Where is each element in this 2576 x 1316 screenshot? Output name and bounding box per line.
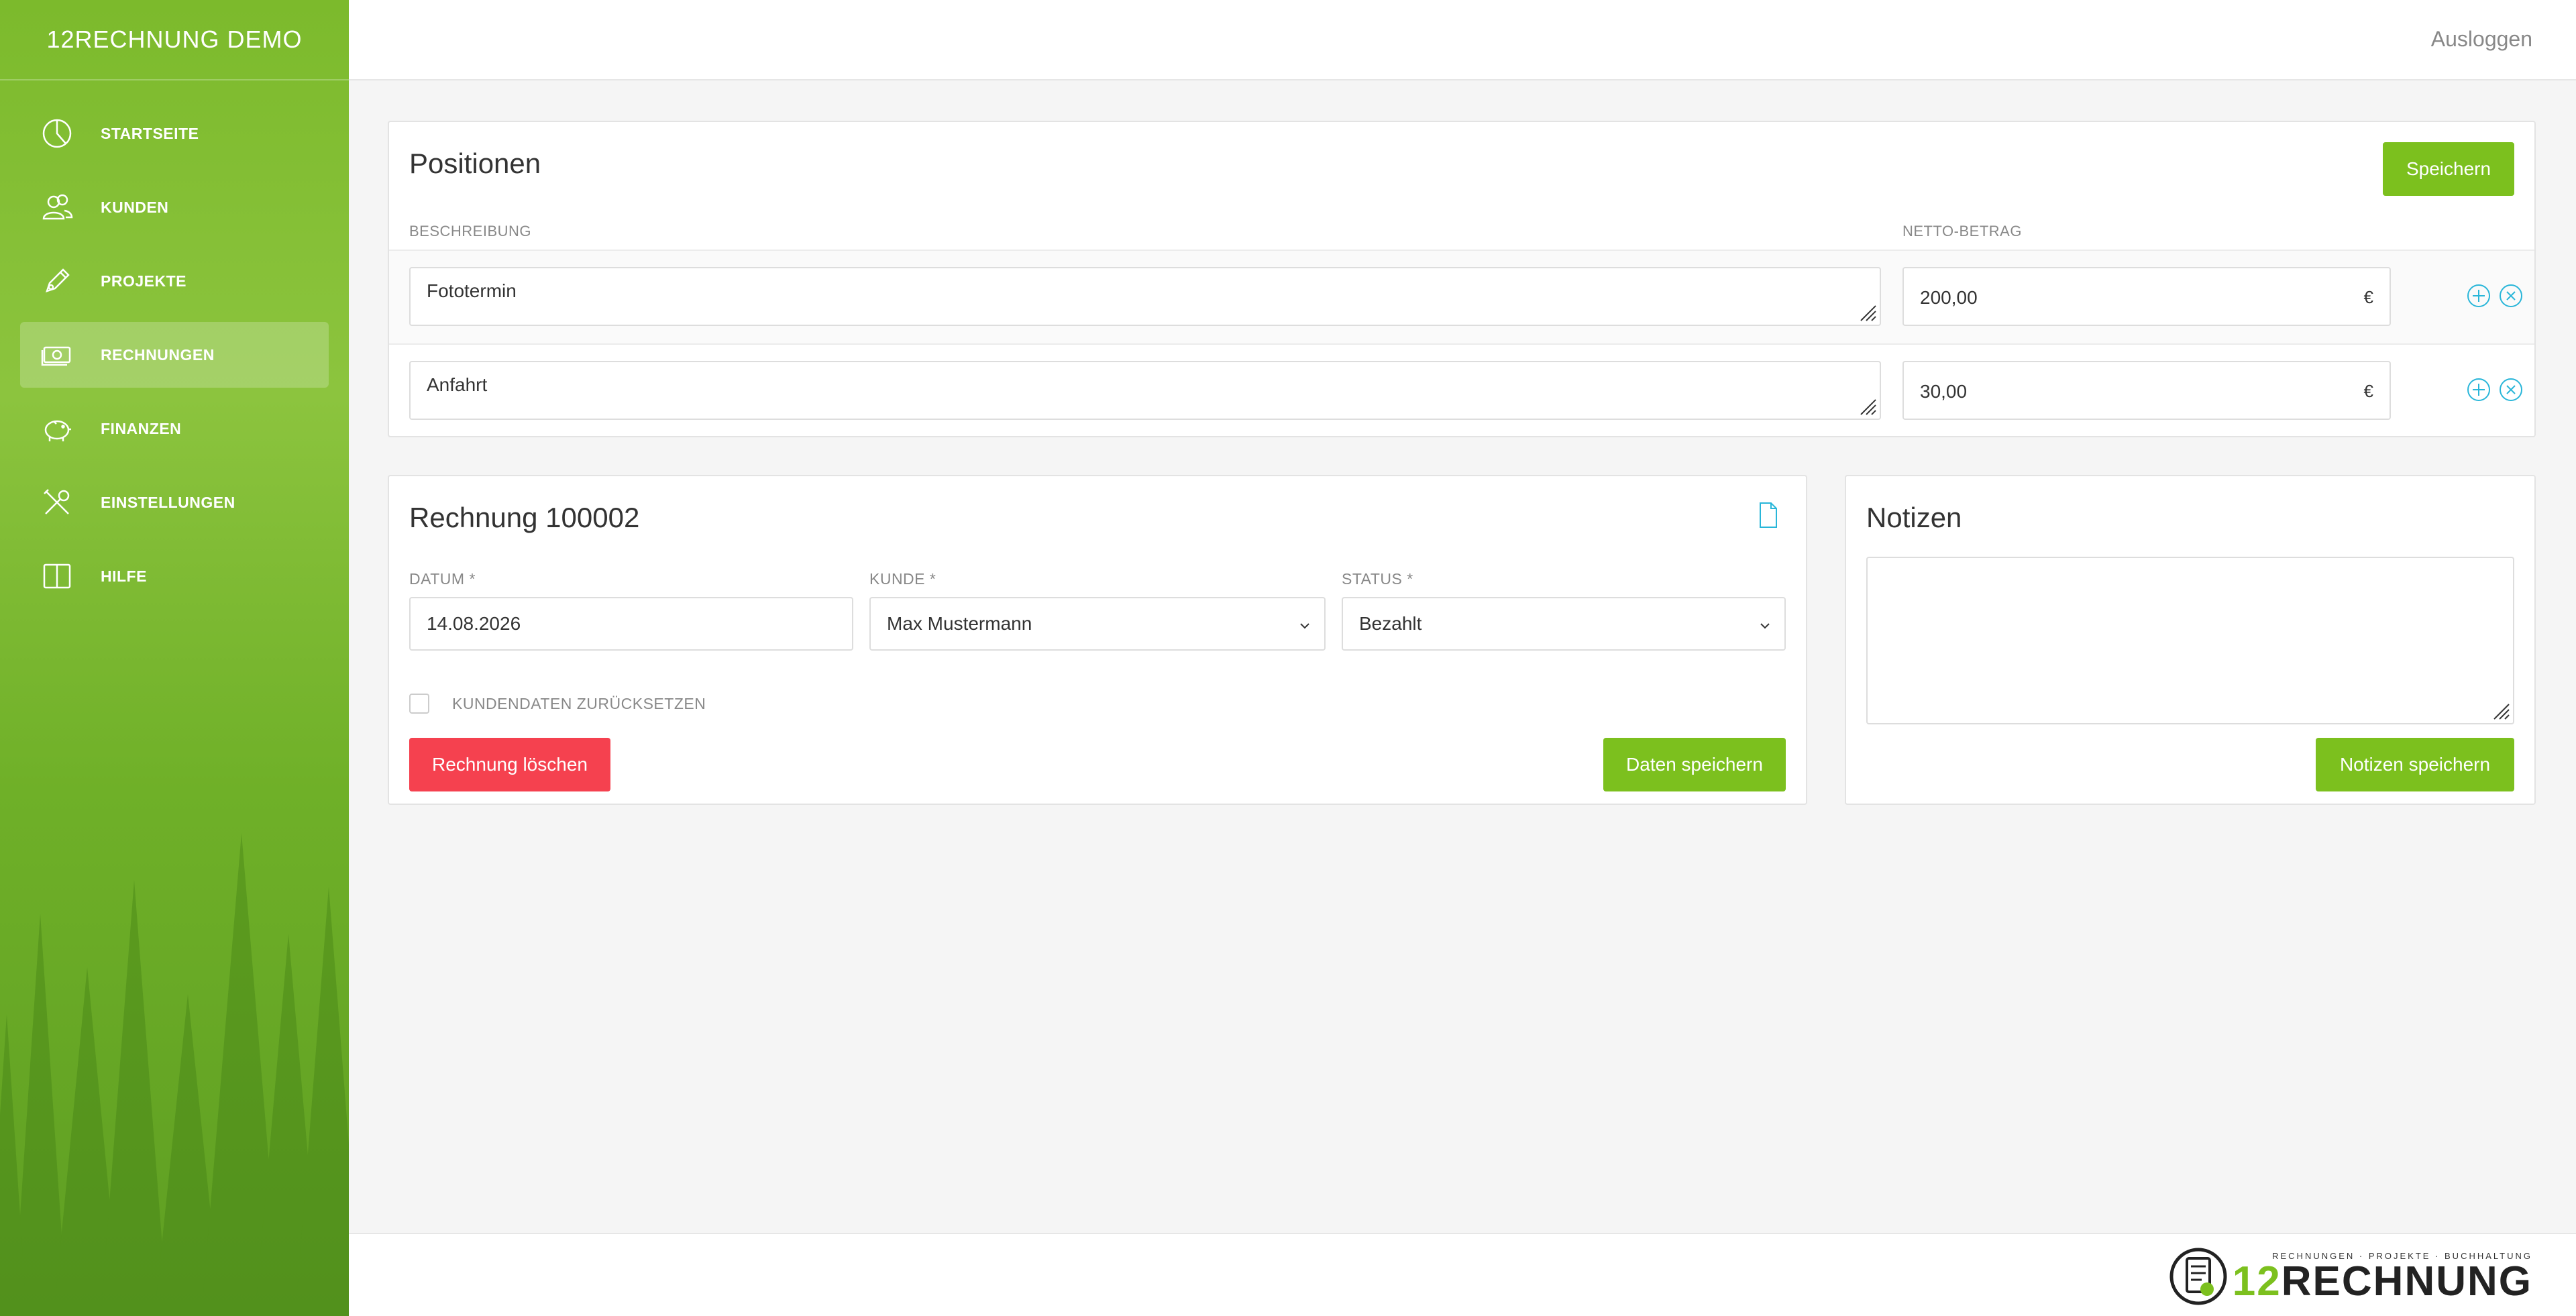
invoice-card: Rechnung 100002 DATUM * 14.08.2026 KUNDE… [388, 475, 1807, 805]
resize-handle-icon[interactable] [1857, 302, 1877, 322]
forest-background-image [0, 833, 349, 1316]
sidebar-item-label: STARTSEITE [101, 124, 199, 142]
sidebar: 12RECHNUNG DEMO STARTSEITE KUNDEN PROJEK… [0, 0, 349, 1316]
date-value: 14.08.2026 [427, 613, 521, 634]
chart-pie-icon [40, 117, 74, 150]
customer-value: Max Mustermann [887, 613, 1032, 634]
sidebar-item-einstellungen[interactable]: EINSTELLUNGEN [20, 470, 329, 535]
sidebar-item-label: PROJEKTE [101, 272, 186, 290]
save-notes-button[interactable]: Notizen speichern [2316, 738, 2514, 791]
sidebar-item-label: EINSTELLUNGEN [101, 493, 235, 511]
footer-logo: RECHNUNGEN · PROJEKTE · BUCHHALTUNG 12RE… [2168, 1246, 2532, 1307]
notes-textarea[interactable] [1866, 557, 2514, 724]
chevron-down-icon [1300, 623, 1309, 629]
description-value: Anfahrt [427, 374, 488, 395]
status-label: STATUS * [1342, 570, 1413, 588]
position-row: Anfahrt 30,00 € [389, 343, 2534, 437]
invoice-title: Rechnung 100002 [409, 502, 640, 533]
reset-customer-label[interactable]: KUNDENDATEN ZURÜCKSETZEN [452, 695, 706, 713]
top-bar: Ausloggen [349, 0, 2576, 80]
positions-save-button[interactable]: Speichern [2383, 142, 2514, 196]
resize-handle-icon[interactable] [2490, 700, 2510, 720]
date-input[interactable]: 14.08.2026 [409, 597, 853, 651]
sidebar-item-label: HILFE [101, 567, 147, 585]
sidebar-item-startseite[interactable]: STARTSEITE [20, 101, 329, 166]
footer: RECHNUNGEN · PROJEKTE · BUCHHALTUNG 12RE… [349, 1233, 2576, 1316]
footer-brand-name: 12RECHNUNG [2232, 1258, 2532, 1305]
book-icon [40, 559, 74, 593]
amount-input[interactable]: 200,00 € [1902, 267, 2391, 326]
notes-card: Notizen Notizen speichern [1845, 475, 2536, 805]
positions-title: Positionen [409, 148, 541, 179]
remove-row-icon[interactable] [2498, 377, 2524, 402]
pencil-icon [40, 264, 74, 298]
currency-symbol: € [2363, 287, 2373, 307]
sidebar-item-finanzen[interactable]: FINANZEN [20, 396, 329, 461]
delete-invoice-button[interactable]: Rechnung löschen [409, 738, 610, 791]
save-data-button[interactable]: Daten speichern [1603, 738, 1786, 791]
sidebar-item-label: KUNDEN [101, 198, 169, 216]
amount-input[interactable]: 30,00 € [1902, 361, 2391, 420]
sidebar-item-label: RECHNUNGEN [101, 345, 215, 364]
app-title[interactable]: 12RECHNUNG DEMO [0, 0, 349, 80]
remove-row-icon[interactable] [2498, 283, 2524, 309]
description-textarea[interactable]: Anfahrt [409, 361, 1881, 420]
chevron-down-icon [1760, 623, 1770, 629]
currency-symbol: € [2363, 381, 2373, 401]
positions-card: Positionen Speichern BESCHREIBUNG NETTO-… [388, 121, 2536, 437]
notes-title: Notizen [1866, 502, 1962, 533]
add-row-icon[interactable] [2466, 377, 2491, 402]
resize-handle-icon[interactable] [1857, 396, 1877, 416]
description-textarea[interactable]: Fototermin [409, 267, 1881, 326]
column-header-amount: NETTO-BETRAG [1902, 223, 2022, 239]
position-row: Fototermin 200,00 € [389, 250, 2534, 343]
sidebar-item-label: FINANZEN [101, 419, 182, 437]
piggy-bank-icon [40, 412, 74, 445]
sidebar-item-hilfe[interactable]: HILFE [20, 543, 329, 609]
sidebar-item-projekte[interactable]: PROJEKTE [20, 248, 329, 314]
amount-value: 200,00 [1920, 287, 1978, 308]
amount-value: 30,00 [1920, 381, 1968, 402]
customer-label: KUNDE * [869, 570, 936, 588]
tools-icon [40, 486, 74, 519]
sidebar-item-rechnungen[interactable]: RECHNUNGEN [20, 322, 329, 388]
sidebar-item-kunden[interactable]: KUNDEN [20, 174, 329, 240]
customer-select[interactable]: Max Mustermann [869, 597, 1326, 651]
sidebar-nav: STARTSEITE KUNDEN PROJEKTE RECHNUNGEN FI… [0, 80, 349, 609]
column-header-description: BESCHREIBUNG [409, 223, 532, 239]
logout-link[interactable]: Ausloggen [2431, 27, 2532, 52]
users-icon [40, 190, 74, 224]
reset-customer-checkbox[interactable] [409, 694, 429, 714]
pdf-document-icon[interactable] [1758, 502, 1779, 529]
description-value: Fototermin [427, 280, 517, 301]
footer-logo-text: RECHNUNGEN · PROJEKTE · BUCHHALTUNG 12RE… [2233, 1251, 2532, 1303]
money-icon [40, 338, 74, 372]
invoice-logo-icon [2169, 1248, 2227, 1305]
footer-brand-prefix: 12 [2232, 1258, 2282, 1305]
date-label: DATUM * [409, 570, 476, 588]
status-select[interactable]: Bezahlt [1342, 597, 1786, 651]
add-row-icon[interactable] [2466, 283, 2491, 309]
footer-brand-suffix: RECHNUNG [2281, 1258, 2532, 1305]
status-value: Bezahlt [1359, 613, 1422, 634]
